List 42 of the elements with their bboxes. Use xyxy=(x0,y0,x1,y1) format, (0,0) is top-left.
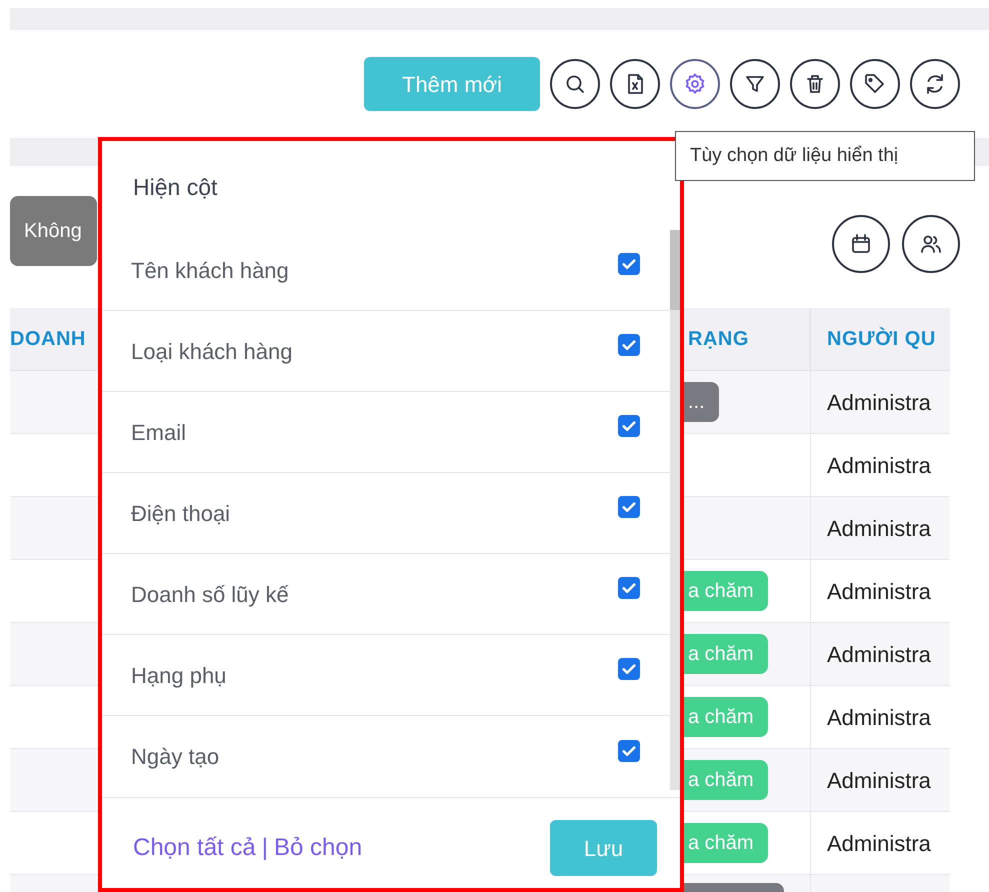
checkbox[interactable] xyxy=(618,577,640,599)
table-cell-text: Administra xyxy=(827,704,931,732)
table-cell-text: Administra xyxy=(827,514,931,542)
tag-button[interactable] xyxy=(850,59,900,109)
table-cell-text: Administra xyxy=(827,578,931,606)
scrollbar[interactable] xyxy=(670,230,680,790)
tag-icon xyxy=(863,72,887,96)
column-option-label: Loại khách hàng xyxy=(131,338,292,366)
tooltip: Tùy chọn dữ liệu hiển thị xyxy=(675,131,975,181)
column-header: DOANH xyxy=(10,327,86,352)
column-option-label: Điện thoại xyxy=(131,500,230,528)
settings-icon xyxy=(683,72,707,96)
column-option-label: Email xyxy=(131,418,186,446)
search-button[interactable] xyxy=(550,59,600,109)
column-header: RẠNG xyxy=(688,327,749,352)
table-cell-text: Administra xyxy=(827,640,931,668)
table-cell-text: Administra xyxy=(827,766,931,794)
checkbox[interactable] xyxy=(618,253,640,275)
table-cell-text: Administra xyxy=(827,388,931,416)
column-option-label: Ngày tạo xyxy=(131,743,220,771)
calendar-icon xyxy=(849,232,873,256)
trash-button[interactable] xyxy=(790,59,840,109)
checkbox[interactable] xyxy=(618,740,640,762)
settings-button[interactable] xyxy=(670,59,720,109)
separator: | xyxy=(262,833,268,863)
column-header: NGƯỜI QU xyxy=(827,326,936,352)
filter-chip[interactable]: Không xyxy=(10,196,97,266)
column-option-label: Hạng phụ xyxy=(131,662,226,690)
checkbox[interactable] xyxy=(618,334,640,356)
column-option-label: Doanh số lũy kế xyxy=(131,580,289,609)
spreadsheet-file-button[interactable] xyxy=(610,59,660,109)
checkbox[interactable] xyxy=(618,496,640,518)
checkbox[interactable] xyxy=(618,415,640,437)
column-option-label: Tên khách hàng xyxy=(131,256,289,285)
table-cell-text: Administra xyxy=(827,830,931,858)
table-cell-text: Administra xyxy=(827,452,931,480)
select-all-link[interactable]: Chọn tất cả xyxy=(133,830,256,866)
deselect-link[interactable]: Bỏ chọn xyxy=(274,830,362,866)
checkbox[interactable] xyxy=(618,658,640,680)
refresh-button[interactable] xyxy=(910,59,960,109)
filter-button[interactable] xyxy=(730,59,780,109)
panel-title: Hiện cột xyxy=(133,172,218,202)
